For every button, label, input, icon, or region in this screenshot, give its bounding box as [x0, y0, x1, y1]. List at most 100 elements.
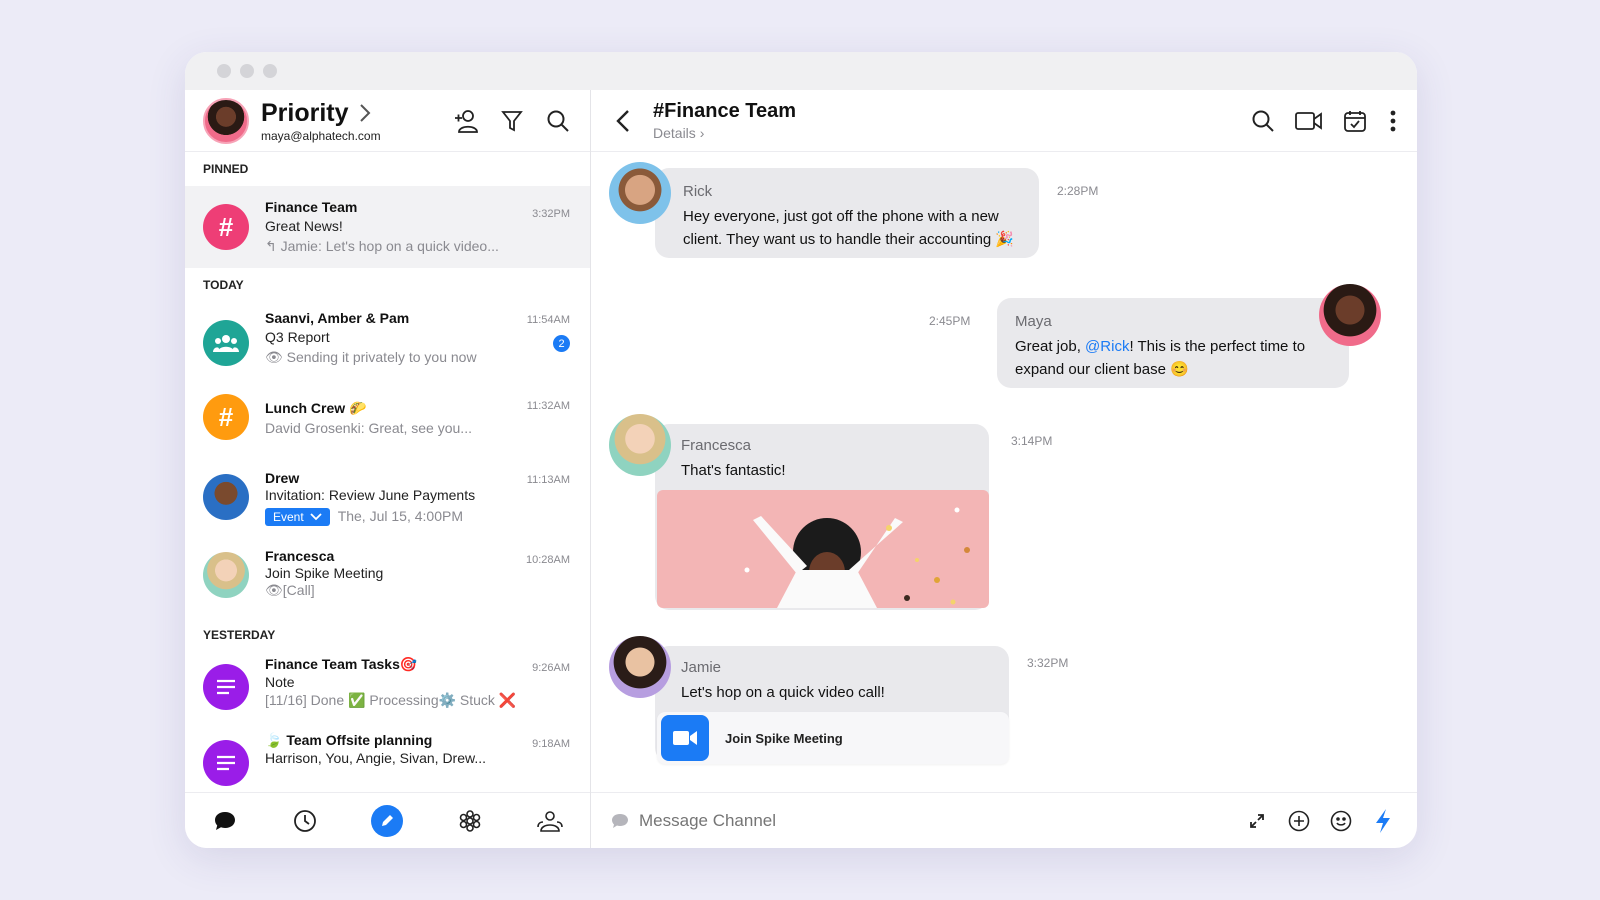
conversation-title: Q3 Report — [265, 329, 330, 345]
inbox-title: Priority — [261, 98, 349, 127]
conversation-item[interactable]: Drew Invitation: Review June Payments Ev… — [185, 462, 590, 542]
message-input[interactable] — [639, 810, 999, 831]
compose-button[interactable] — [371, 804, 404, 837]
channel-details-link[interactable]: Details › — [653, 125, 796, 141]
emoji-button[interactable] — [1327, 807, 1355, 835]
conversation-item[interactable]: Saanvi, Amber & Pam Q3 Report 👁 Sending … — [185, 302, 590, 388]
conversation-preview: Sending it privately to you now — [286, 349, 477, 365]
conversation-name: Finance Team Tasks🎯 — [265, 656, 418, 672]
conversation-time: 11:32AM — [526, 400, 570, 412]
message-bubble: Francesca That's fantastic! — [655, 424, 989, 610]
flower-icon — [459, 809, 480, 832]
group-icon — [203, 320, 249, 366]
message-sender: Rick — [683, 183, 713, 200]
message-text: Great job, @Rick! This is the perfect ti… — [1015, 335, 1325, 381]
conversation-sidebar: Priority maya@alphatech.com PINNED # Fin… — [185, 90, 591, 848]
search-icon — [1252, 110, 1274, 132]
nav-apps[interactable] — [456, 807, 484, 835]
inbox-switcher[interactable]: Priority — [261, 99, 381, 128]
join-meeting-card[interactable]: Join Spike Meeting — [657, 712, 1009, 764]
note-icon — [203, 664, 249, 710]
video-call-button[interactable] — [1295, 107, 1323, 135]
celebration-photo[interactable] — [657, 490, 989, 608]
message-bubble: Jamie Let's hop on a quick video call! J… — [655, 646, 1009, 764]
message-time: 2:45PM — [929, 314, 971, 328]
conversation-item[interactable]: # Lunch Crew 🌮 David Grosenki: Great, se… — [185, 388, 590, 462]
conversation-name: Saanvi, Amber & Pam — [265, 310, 410, 326]
chat-bubble-icon — [215, 811, 236, 830]
conversation-time: 3:32PM — [532, 208, 570, 220]
sender-avatar — [609, 414, 671, 476]
chat-bubble-icon — [612, 813, 628, 828]
video-camera-icon — [661, 715, 709, 761]
conversation-preview: [Call] — [282, 582, 315, 598]
plus-circle-icon — [1288, 810, 1310, 831]
filter-icon — [501, 110, 523, 131]
conversation-title: Invitation: Review June Payments — [265, 487, 476, 503]
filter-button[interactable] — [498, 107, 526, 135]
message-composer — [591, 792, 1417, 848]
message-sender: Francesca — [681, 437, 752, 454]
send-button[interactable] — [1369, 807, 1397, 835]
lightning-icon — [1376, 808, 1390, 833]
back-button[interactable] — [609, 107, 637, 135]
sidebar-header: Priority maya@alphatech.com — [185, 90, 590, 152]
calendar-button[interactable] — [1341, 107, 1369, 135]
channel-header: #Finance Team Details › — [591, 90, 1417, 152]
conversation-time: 10:28AM — [525, 554, 570, 566]
channel-title: #Finance Team — [653, 100, 797, 122]
details-label: Details — [653, 125, 696, 141]
more-options-button[interactable] — [1387, 107, 1399, 135]
message-bubble: Maya Great job, @Rick! This is the perfe… — [997, 298, 1349, 388]
sender-avatar — [609, 162, 671, 224]
search-button[interactable] — [544, 107, 572, 135]
conversation-item[interactable]: Francesca Join Spike Meeting 👁[Call] 10:… — [185, 542, 590, 618]
conversation-title: Harrison, You, Angie, Sivan, Drew... — [265, 750, 487, 766]
section-pinned: PINNED — [203, 162, 249, 176]
conversation-name: 🍃 Team Offsite planning — [265, 732, 433, 748]
conversation-time: 11:13AM — [526, 474, 570, 486]
expand-composer-button[interactable] — [1243, 807, 1271, 835]
close-window-button[interactable] — [217, 64, 231, 78]
attach-button[interactable] — [1285, 807, 1313, 835]
sender-avatar — [1319, 284, 1381, 346]
message-text-start: Great job, — [1015, 338, 1086, 355]
conversation-name: Francesca — [265, 548, 335, 564]
nav-contacts[interactable] — [536, 807, 564, 835]
message-time: 3:14PM — [1011, 434, 1053, 448]
conversation-item[interactable]: Finance Team Tasks🎯 Note [11/16] Done ✅ … — [185, 652, 590, 732]
eye-icon: 👁 — [265, 349, 287, 365]
eye-icon: 👁 — [265, 582, 283, 598]
user-mention[interactable]: @Rick — [1085, 338, 1129, 355]
account-avatar[interactable] — [203, 97, 249, 144]
message-text: That's fantastic! — [681, 462, 786, 479]
calendar-check-icon — [1344, 110, 1366, 132]
channel-search-button[interactable] — [1249, 107, 1277, 135]
join-meeting-label: Join Spike Meeting — [725, 730, 843, 746]
message-text: Let's hop on a quick video call! — [681, 684, 885, 701]
conversation-preview: David Grosenki: Great, see you... — [265, 420, 472, 436]
conversation-item[interactable]: # Finance Team Great News! ↰ Jamie: Let'… — [185, 186, 590, 268]
pencil-icon — [382, 814, 394, 826]
expand-icon — [1250, 813, 1264, 828]
conversation-item[interactable]: 🍃 Team Offsite planning Harrison, You, A… — [185, 732, 590, 792]
minimize-window-button[interactable] — [240, 64, 254, 78]
event-chip[interactable]: Event — [265, 508, 330, 526]
event-time: The, Jul 15, 4:00PM — [337, 508, 463, 524]
message-text: Hey everyone, just got off the phone wit… — [683, 208, 1015, 248]
nav-chats[interactable] — [211, 807, 239, 835]
kebab-icon — [1390, 110, 1396, 131]
nav-recent[interactable] — [291, 807, 319, 835]
conversation-time: 9:18AM — [532, 738, 570, 750]
app-window: Priority maya@alphatech.com PINNED # Fin… — [185, 52, 1417, 848]
chevron-right-icon: › — [699, 125, 705, 141]
note-icon — [203, 740, 249, 786]
conversation-time: 11:54AM — [526, 314, 570, 326]
bottom-nav — [185, 792, 590, 848]
conversation-preview: [11/16] Done ✅ Processing⚙️ Stuck ❌ — [265, 692, 517, 708]
maximize-window-button[interactable] — [263, 64, 277, 78]
add-contact-button[interactable] — [452, 107, 480, 135]
chevron-right-icon — [359, 104, 370, 122]
conversation-name: Lunch Crew 🌮 — [265, 400, 367, 416]
title-bar — [185, 52, 1417, 90]
